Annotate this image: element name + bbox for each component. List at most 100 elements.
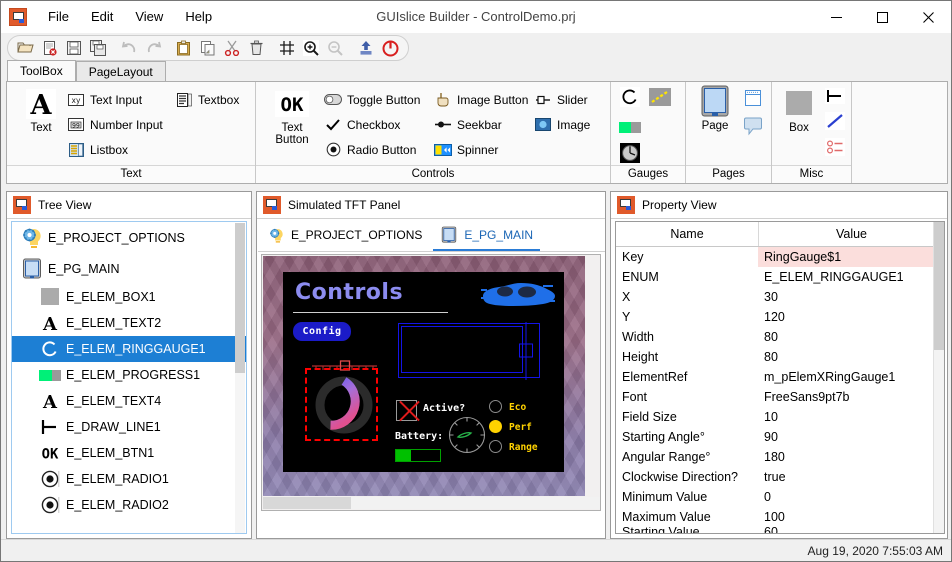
close-button[interactable] [905,1,951,33]
ramp-gauge-icon[interactable] [649,86,671,108]
tree-item-text4[interactable]: A E_ELEM_TEXT4 [12,388,246,414]
number-input-button[interactable]: 99 Number Input [67,114,163,135]
menu-help[interactable]: Help [174,5,223,29]
box-tool-button[interactable]: Box [775,86,823,134]
popup-page-icon[interactable] [742,115,764,137]
undo-icon[interactable] [117,37,141,59]
draw-line-icon[interactable] [824,85,846,107]
tree-item-ringgauge1[interactable]: E_ELEM_RINGGAUGE1 [12,336,246,362]
tree-item-radio1[interactable]: E_ELEM_RADIO1 [12,466,246,492]
tft-radio-eco[interactable] [489,400,502,413]
property-value[interactable]: FreeSans9pt7b [758,390,944,404]
zoom-out-icon[interactable] [323,37,347,59]
text-input-button[interactable]: xy Text Input [67,89,142,110]
tree-view-scrollbar[interactable] [235,223,245,534]
slider-button[interactable]: Slider [534,89,588,110]
tft-tab-project-options[interactable]: E_PROJECT_OPTIONS [258,220,431,250]
property-row-angular-range[interactable]: Angular Range° 180 [616,447,944,467]
tab-pagelayout[interactable]: PageLayout [76,61,166,81]
minimize-button[interactable] [813,1,859,33]
tft-radial-gauge[interactable] [447,415,487,455]
spinner-button[interactable]: Spinner [434,139,498,160]
property-row-starting-angle[interactable]: Starting Angle° 90 [616,427,944,447]
tft-progress-bar[interactable] [395,449,441,462]
paste-icon[interactable] [172,37,196,59]
property-row-elementref[interactable]: ElementRef m_pElemXRingGauge1 [616,367,944,387]
text-tool-button[interactable]: A Text [13,86,69,134]
tree-item-radio2[interactable]: E_ELEM_RADIO2 [12,492,246,518]
maximize-button[interactable] [859,1,905,33]
property-value[interactable]: RingGauge$1 [758,247,944,267]
tree-item-draw-line1[interactable]: E_DRAW_LINE1 [12,414,246,440]
save-icon[interactable] [62,37,86,59]
page-tool-button[interactable]: Page [690,84,740,132]
menu-view[interactable]: View [124,5,174,29]
property-value[interactable]: 100 [758,510,944,524]
property-value[interactable]: 90 [758,430,944,444]
tft-horizontal-scrollbar-thumb[interactable] [263,497,351,509]
tab-toolbox[interactable]: ToolBox [7,60,76,81]
image-element-button[interactable]: Image [534,114,590,135]
textbox-button[interactable]: Textbox [175,89,239,110]
property-row-maximum-value[interactable]: Maximum Value 100 [616,507,944,527]
open-icon[interactable] [14,37,38,59]
property-value[interactable]: 120 [758,310,944,324]
property-view-scrollbar[interactable] [933,222,944,533]
property-value[interactable]: true [758,470,944,484]
exit-icon[interactable] [378,37,402,59]
property-value[interactable]: 10 [758,410,944,424]
menu-edit[interactable]: Edit [80,5,124,29]
tft-checkbox[interactable] [396,400,417,421]
property-row-enum[interactable]: ENUM E_ELEM_RINGGAUGE1 [616,267,944,287]
close-project-icon[interactable] [38,37,62,59]
property-row-y[interactable]: Y 120 [616,307,944,327]
tree-item-progress1[interactable]: E_ELEM_PROGRESS1 [12,362,246,388]
property-value[interactable]: 80 [758,330,944,344]
property-row-font[interactable]: Font FreeSans9pt7b [616,387,944,407]
zoom-in-icon[interactable] [299,37,323,59]
tft-canvas-area[interactable]: Controls Config [261,254,601,511]
tft-radio-perf[interactable] [489,420,502,433]
tree-view-scrollbar-thumb[interactable] [235,223,245,373]
property-table[interactable]: Name Value Key RingGauge$1 ENUM E_ELEM_R… [615,221,945,534]
ring-gauge-icon[interactable] [619,86,641,108]
seekbar-button[interactable]: Seekbar [434,114,502,135]
radial-list-icon[interactable] [824,136,846,158]
tft-config-button[interactable]: Config [293,322,351,341]
property-row-starting-value[interactable]: Starting Value 60 [616,527,944,534]
property-view-scrollbar-thumb[interactable] [934,222,944,350]
property-row-clockwise[interactable]: Clockwise Direction? true [616,467,944,487]
property-value[interactable]: 80 [758,350,944,364]
tft-horizontal-scrollbar[interactable] [263,497,601,509]
property-row-width[interactable]: Width 80 [616,327,944,347]
property-value[interactable]: 60 [758,527,944,534]
property-row-x[interactable]: X 30 [616,287,944,307]
tft-radio-range[interactable] [489,440,502,453]
graph-icon[interactable] [824,110,846,132]
grid-icon[interactable] [275,37,299,59]
save-as-icon[interactable] [86,37,110,59]
property-value[interactable]: 180 [758,450,944,464]
cut-icon[interactable] [220,37,244,59]
tft-tab-pg-main[interactable]: E_PG_MAIN [431,220,542,250]
menu-file[interactable]: File [37,5,80,29]
progress-bar-icon[interactable] [619,116,641,138]
radio-button-button[interactable]: Radio Button [324,139,416,160]
listbox-button[interactable]: Listbox [67,139,128,160]
checkbox-button[interactable]: Checkbox [324,114,400,135]
tree-view-list[interactable]: E_PROJECT_OPTIONS E_PG_MAIN E_ELEM_BOX1 … [11,221,247,534]
copy-icon[interactable] [196,37,220,59]
property-value[interactable]: 30 [758,290,944,304]
tree-item-project-options[interactable]: E_PROJECT_OPTIONS [12,222,246,254]
redo-icon[interactable] [141,37,165,59]
image-button-button[interactable]: Image Button [434,89,528,110]
property-row-field-size[interactable]: Field Size 10 [616,407,944,427]
export-icon[interactable] [354,37,378,59]
property-row-height[interactable]: Height 80 [616,347,944,367]
property-row-key[interactable]: Key RingGauge$1 [616,247,944,267]
tree-item-pg-main[interactable]: E_PG_MAIN [12,254,246,284]
tft-ring-gauge[interactable] [313,374,375,436]
property-value[interactable]: 0 [758,490,944,504]
delete-icon[interactable] [244,37,268,59]
tree-item-btn1[interactable]: OK E_ELEM_BTN1 [12,440,246,466]
